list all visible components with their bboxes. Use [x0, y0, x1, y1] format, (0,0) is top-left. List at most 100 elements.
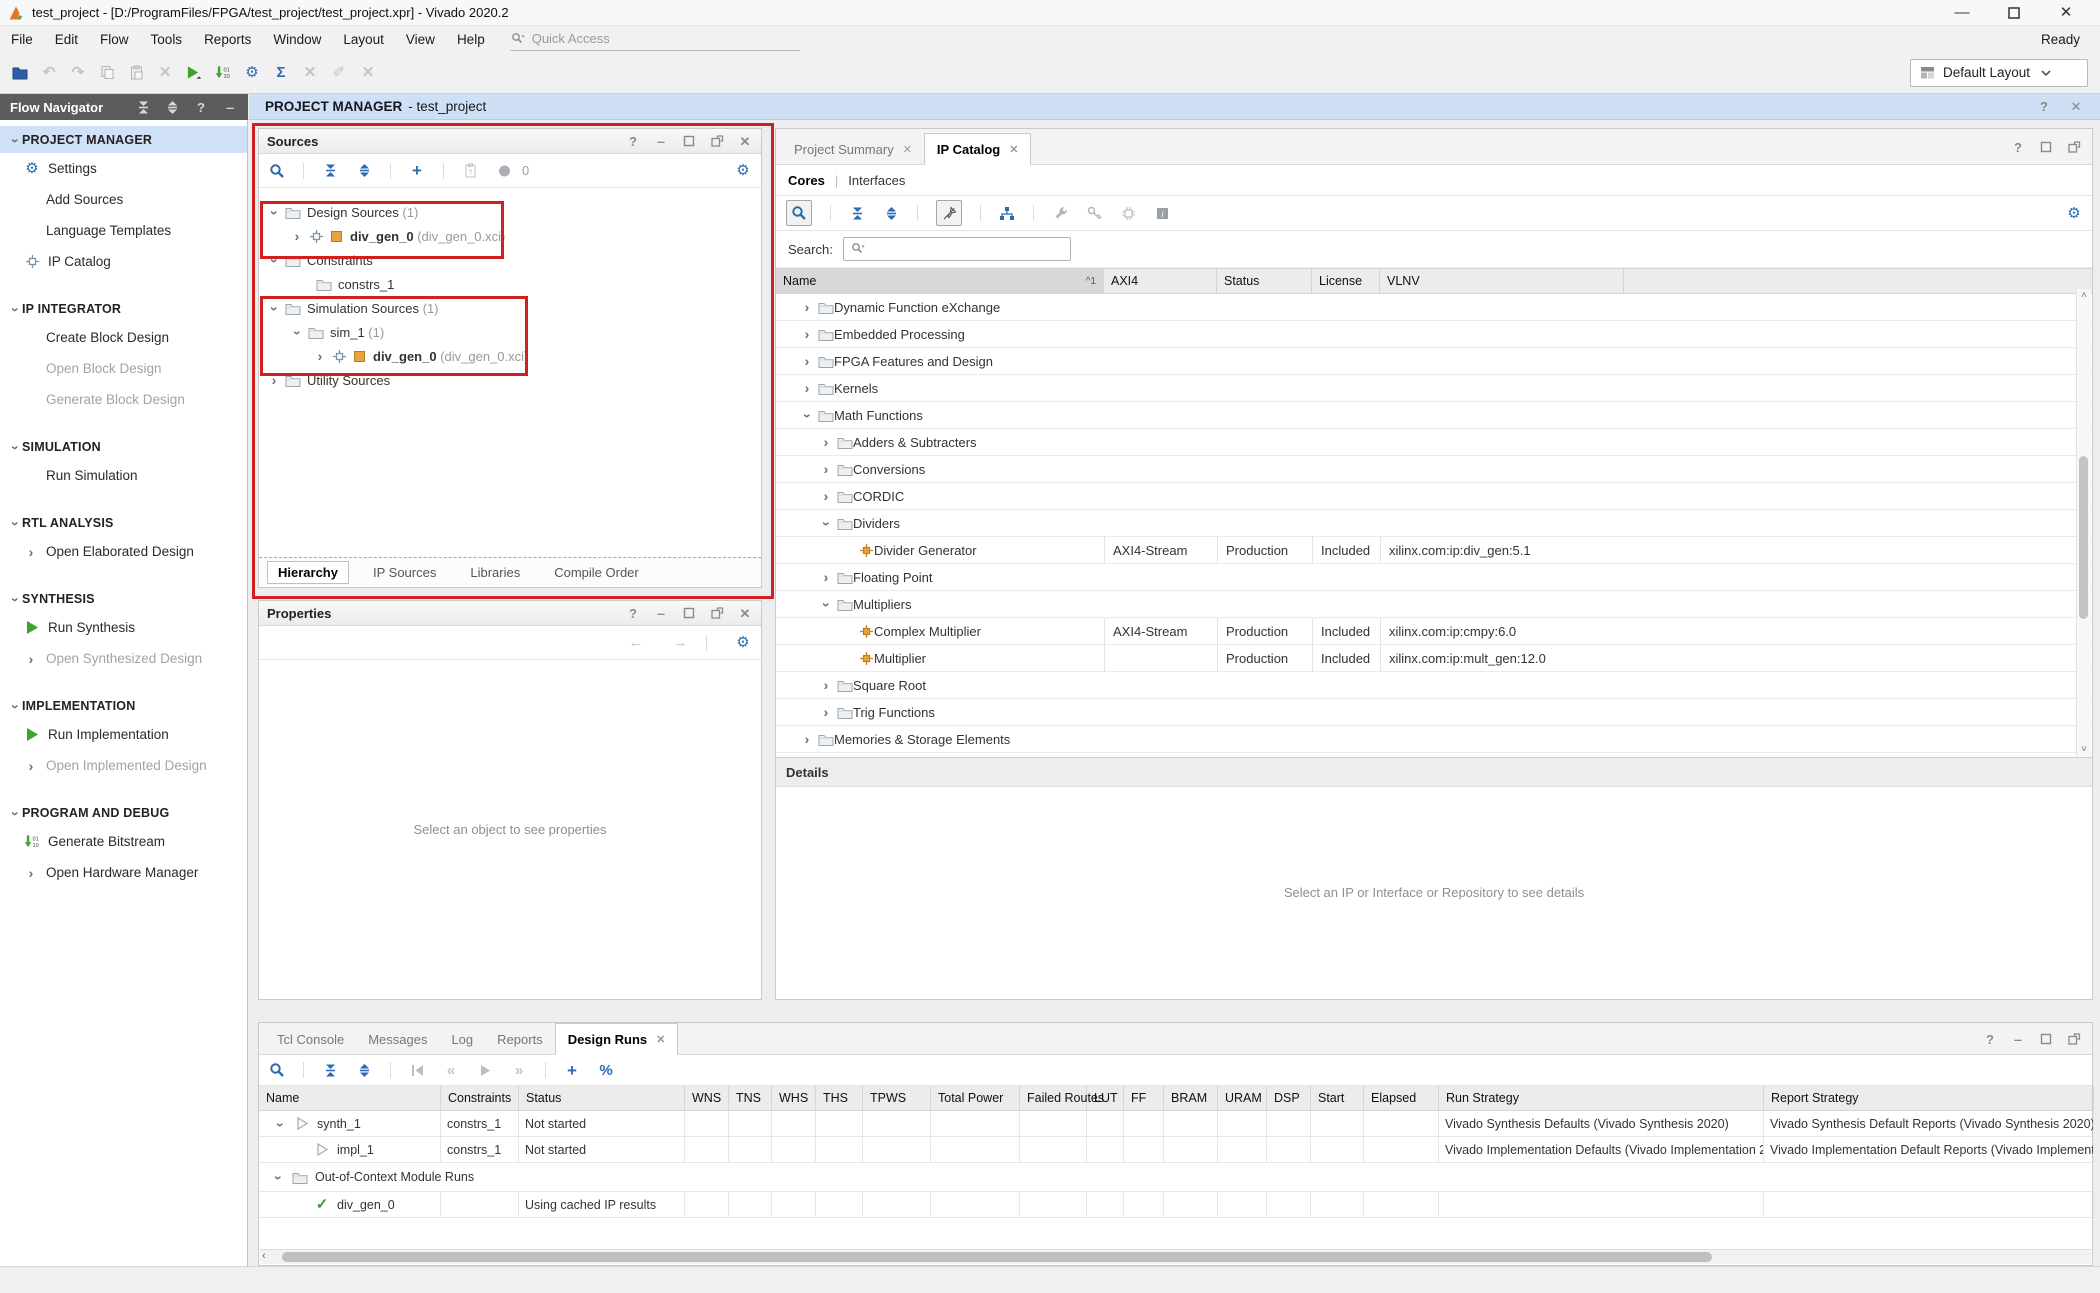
banner-close[interactable]: ✕: [2068, 99, 2084, 115]
sidebar-item-create-block-design[interactable]: Create Block Design: [0, 322, 247, 353]
runs-tool-expand[interactable]: [356, 1062, 372, 1078]
tree-row-utility-sources[interactable]: ›Utility Sources: [259, 368, 761, 392]
ip-row-complex-multiplier[interactable]: Complex MultiplierAXI4-StreamProductionI…: [776, 618, 2092, 645]
expander-open-icon[interactable]: ›: [8, 699, 24, 713]
sidebar-section-simulation[interactable]: ›SIMULATION: [0, 433, 247, 460]
toolbar-button-close-disabled[interactable]: ✕: [360, 65, 376, 81]
runs-tool-search[interactable]: [269, 1062, 285, 1078]
sidebar-item-open-synthesized-design[interactable]: ›Open Synthesized Design: [0, 643, 247, 674]
properties-tool-arrow-right[interactable]: →: [672, 635, 688, 651]
expander-open-icon[interactable]: ›: [267, 302, 283, 316]
toolbar-button-cancel-disabled[interactable]: ✕: [302, 65, 318, 81]
panel-minimize[interactable]: ‒: [2010, 1031, 2026, 1047]
sidebar-item-run-simulation[interactable]: Run Simulation: [0, 460, 247, 491]
window-maximize-icon[interactable]: [2006, 5, 2022, 21]
ip-tool-settings[interactable]: ⚙: [2066, 205, 2082, 221]
expander-open-icon[interactable]: ›: [271, 1171, 287, 1185]
ip-tool-chip[interactable]: [1120, 205, 1136, 221]
sidebar-item-run-synthesis[interactable]: Run Synthesis: [0, 612, 247, 643]
expander-closed-icon[interactable]: ›: [800, 380, 814, 396]
column-header-ff[interactable]: FF: [1124, 1086, 1164, 1110]
toolbar-button-edit-disabled[interactable]: ✐: [331, 65, 347, 81]
expander-closed-icon[interactable]: ›: [819, 677, 833, 693]
column-header-name[interactable]: Name^1: [776, 269, 1104, 293]
ip-row-dynamic-function-exchange[interactable]: ›Dynamic Function eXchange: [776, 294, 2092, 321]
runs-tool-percent[interactable]: %: [598, 1062, 614, 1078]
expander-closed-icon[interactable]: ›: [24, 544, 38, 560]
expander-open-icon[interactable]: ›: [8, 133, 24, 147]
runs-tool-step-back[interactable]: «: [443, 1062, 459, 1078]
panel-help[interactable]: ?: [625, 605, 641, 621]
ip-tool-wrench[interactable]: [1052, 205, 1068, 221]
panel-minimize[interactable]: ‒: [653, 605, 669, 621]
toolbar-button-delete[interactable]: ✕: [157, 65, 173, 81]
column-header-wns[interactable]: WNS: [685, 1086, 729, 1110]
toolbar-button-gear-blue[interactable]: ⚙: [244, 65, 260, 81]
toolbar-button-copy[interactable]: [99, 65, 115, 81]
expander-open-icon[interactable]: ›: [267, 254, 283, 268]
expander-closed-icon[interactable]: ›: [290, 228, 304, 244]
expander-open-icon[interactable]: ›: [8, 302, 24, 316]
column-header-license[interactable]: License: [1312, 269, 1380, 293]
menu-layout[interactable]: Layout: [332, 26, 395, 52]
ip-row-fpga-features-and-design[interactable]: ›FPGA Features and Design: [776, 348, 2092, 375]
runs-tool-collapse[interactable]: [322, 1062, 338, 1078]
menu-file[interactable]: File: [0, 26, 44, 52]
tab-close-icon[interactable]: ✕: [903, 143, 912, 156]
column-header-constraints[interactable]: Constraints: [441, 1086, 519, 1110]
sidebar-item-ip-catalog[interactable]: IP Catalog: [0, 246, 247, 277]
toolbar-button-sigma[interactable]: Σ: [273, 65, 289, 81]
fn-header-expand[interactable]: [164, 99, 180, 115]
sources-tool-settings[interactable]: ⚙: [735, 163, 751, 179]
column-header-axi4[interactable]: AXI4: [1104, 269, 1217, 293]
expander-closed-icon[interactable]: ›: [24, 865, 38, 881]
expander-closed-icon[interactable]: ›: [267, 372, 281, 388]
sources-tool-search[interactable]: [269, 163, 285, 179]
ip-tool-expand[interactable]: [883, 205, 899, 221]
column-header-uram[interactable]: URAM: [1218, 1086, 1267, 1110]
panel-float[interactable]: [709, 133, 725, 149]
scroll-up-icon[interactable]: ˄: [2077, 289, 2091, 303]
scroll-down-icon[interactable]: ˅: [2077, 743, 2091, 757]
panel-minimize[interactable]: ‒: [653, 133, 669, 149]
tab-reports[interactable]: Reports: [485, 1024, 555, 1054]
tree-row-div-gen-0[interactable]: ›div_gen_0 (div_gen_0.xci): [259, 224, 761, 248]
panel-maximize[interactable]: [2038, 139, 2054, 155]
ip-row-embedded-processing[interactable]: ›Embedded Processing: [776, 321, 2092, 348]
sidebar-section-synthesis[interactable]: ›SYNTHESIS: [0, 585, 247, 612]
tree-row-constrs-1[interactable]: ›constrs_1: [259, 272, 761, 296]
sources-tool-add[interactable]: +: [409, 163, 425, 179]
run-row-div-gen-0[interactable]: ›✓div_gen_0Using cached IP results: [259, 1192, 2092, 1218]
expander-open-icon[interactable]: ›: [290, 326, 306, 340]
tab-project-summary[interactable]: Project Summary✕: [782, 134, 924, 164]
expander-open-icon[interactable]: ›: [800, 409, 816, 423]
layout-selector[interactable]: Default Layout: [1910, 59, 2088, 87]
run-row-impl-1[interactable]: ›impl_1constrs_1Not startedVivado Implem…: [259, 1137, 2092, 1163]
expander-closed-icon[interactable]: ›: [800, 353, 814, 369]
expander-closed-icon[interactable]: ›: [819, 461, 833, 477]
panel-float[interactable]: [2066, 139, 2082, 155]
sidebar-item-run-implementation[interactable]: Run Implementation: [0, 719, 247, 750]
ip-row-kernels[interactable]: ›Kernels: [776, 375, 2092, 402]
run-row-synth-1[interactable]: ›synth_1constrs_1Not startedVivado Synth…: [259, 1111, 2092, 1137]
expander-closed-icon[interactable]: ›: [800, 731, 814, 747]
banner-help[interactable]: ?: [2036, 99, 2052, 115]
panel-maximize[interactable]: [681, 133, 697, 149]
sidebar-item-open-block-design[interactable]: Open Block Design: [0, 353, 247, 384]
sidebar-section-ip-integrator[interactable]: ›IP INTEGRATOR: [0, 295, 247, 322]
panel-help[interactable]: ?: [625, 133, 641, 149]
tab-close-icon[interactable]: ✕: [1009, 143, 1018, 156]
sidebar-item-language-templates[interactable]: Language Templates: [0, 215, 247, 246]
properties-tool-gear-blue[interactable]: ⚙: [735, 635, 751, 651]
expander-closed-icon[interactable]: ›: [819, 704, 833, 720]
menu-flow[interactable]: Flow: [89, 26, 140, 52]
fn-header-help[interactable]: ?: [193, 99, 209, 115]
sidebar-item-open-implemented-design[interactable]: ›Open Implemented Design: [0, 750, 247, 781]
panel-maximize[interactable]: [2038, 1031, 2054, 1047]
tree-row-sim-1[interactable]: ›sim_1 (1): [259, 320, 761, 344]
sidebar-item-settings[interactable]: ⚙Settings: [0, 153, 247, 184]
expander-closed-icon[interactable]: ›: [800, 326, 814, 342]
ip-row-multiplier[interactable]: MultiplierProductionIncludedxilinx.com:i…: [776, 645, 2092, 672]
column-header-bram[interactable]: BRAM: [1164, 1086, 1218, 1110]
run-row-out-of-context-module-runs[interactable]: ›Out-of-Context Module Runs: [259, 1163, 2092, 1192]
